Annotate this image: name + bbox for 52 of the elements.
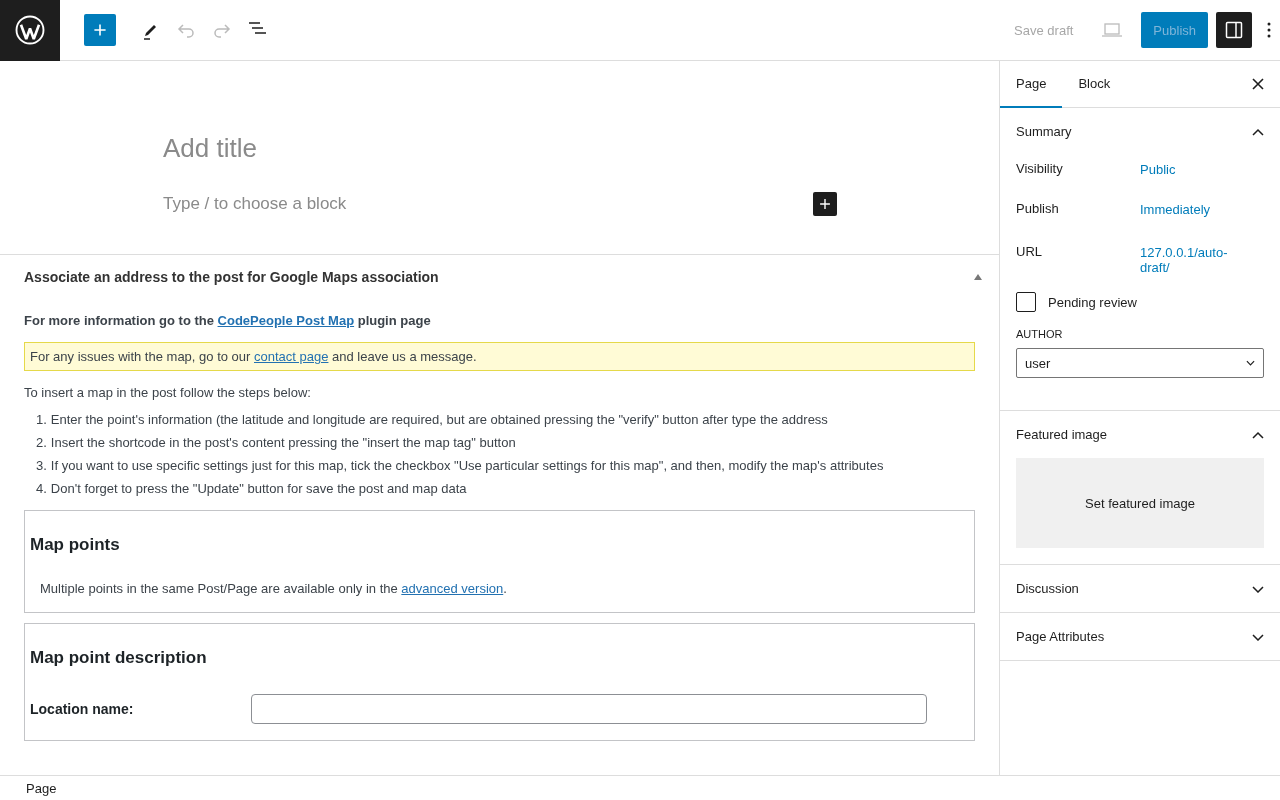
info-text: For more information go to the CodePeople Post Map plugin page [24,313,432,328]
chevron-icon[interactable] [1252,584,1264,593]
sidebar-icon [1225,21,1243,39]
contact-link[interactable]: contact page [254,349,329,364]
section-heading: Map points [30,535,121,555]
panel-title[interactable]: Discussion [1016,581,1079,596]
pending-review-label[interactable]: Pending review [1048,294,1137,310]
close-icon[interactable] [1252,78,1264,90]
location-name-label: Location name: [30,701,135,717]
section-heading: Map point description [30,648,208,668]
step-number: 1. [36,412,47,427]
location-name-field[interactable] [251,694,927,724]
notice-text: For any issues with the map, go to our contact page and leave us a message. [24,342,975,371]
settings-toggle-button[interactable] [1216,12,1252,48]
summary-label: Visibility [1016,160,1064,178]
sidebar-tab[interactable]: Page [1000,61,1063,108]
step-number: 4. [36,481,47,496]
intro-text: To insert a map in the post follow the steps below: [24,385,312,400]
collapse-icon[interactable] [973,273,983,281]
pending-review-checkbox[interactable] [1016,292,1036,312]
summary-value-link[interactable]: Public [1140,155,1240,195]
step-text: If you want to use specific settings just for this map, tick the checkbox "Use particular settings for this map", and then, modify the map's attributes [50,458,884,473]
summary-label: URL [1016,243,1043,261]
step-number: 3. [36,458,47,473]
metabox-title: Associate an address to the post for Google Maps association [24,269,439,285]
add-block-button[interactable] [813,192,837,216]
wordpress-logo[interactable] [0,0,60,61]
plus-icon [818,197,832,211]
plus-icon [92,22,108,38]
sidebar-tab[interactable]: Block [1062,61,1127,108]
summary-label: Publish [1016,200,1060,218]
chevron-down-icon [1246,360,1255,366]
chevron-icon[interactable] [1252,127,1264,136]
set-featured-image-button[interactable]: Set featured image [1016,458,1264,548]
step-text: Don't forget to press the "Update" button for save the post and map data [50,481,467,496]
plugin-link[interactable]: CodePeople Post Map [217,313,355,328]
summary-value-link[interactable]: 127.0.0.1/auto-draft/ [1140,238,1240,288]
step-text: Insert the shortcode in the post's content pressing the "insert the map tag" button [50,435,516,450]
block-placeholder[interactable]: Type / to choose a block [163,194,347,214]
panel-title[interactable]: Featured image [1016,427,1108,442]
panel-title[interactable]: Summary [1016,124,1072,139]
chevron-icon[interactable] [1252,632,1264,641]
summary-value-link[interactable]: Immediately [1140,195,1240,235]
step-number: 2. [36,435,47,450]
step-text: Enter the point's information (the latitude and longitude are required, but are obtained pressing the "verify" button after type the address [50,412,828,427]
author-label: AUTHOR [1016,328,1064,340]
chevron-icon[interactable] [1252,430,1264,439]
author-select[interactable]: user [1016,348,1264,378]
breadcrumb[interactable]: Page [26,780,57,796]
more-options-icon[interactable] [1266,20,1272,40]
advanced-note-text: Multiple points in the same Post/Page are available only in the advanced version. [40,581,508,596]
panel-title[interactable]: Page Attributes [1016,629,1105,644]
